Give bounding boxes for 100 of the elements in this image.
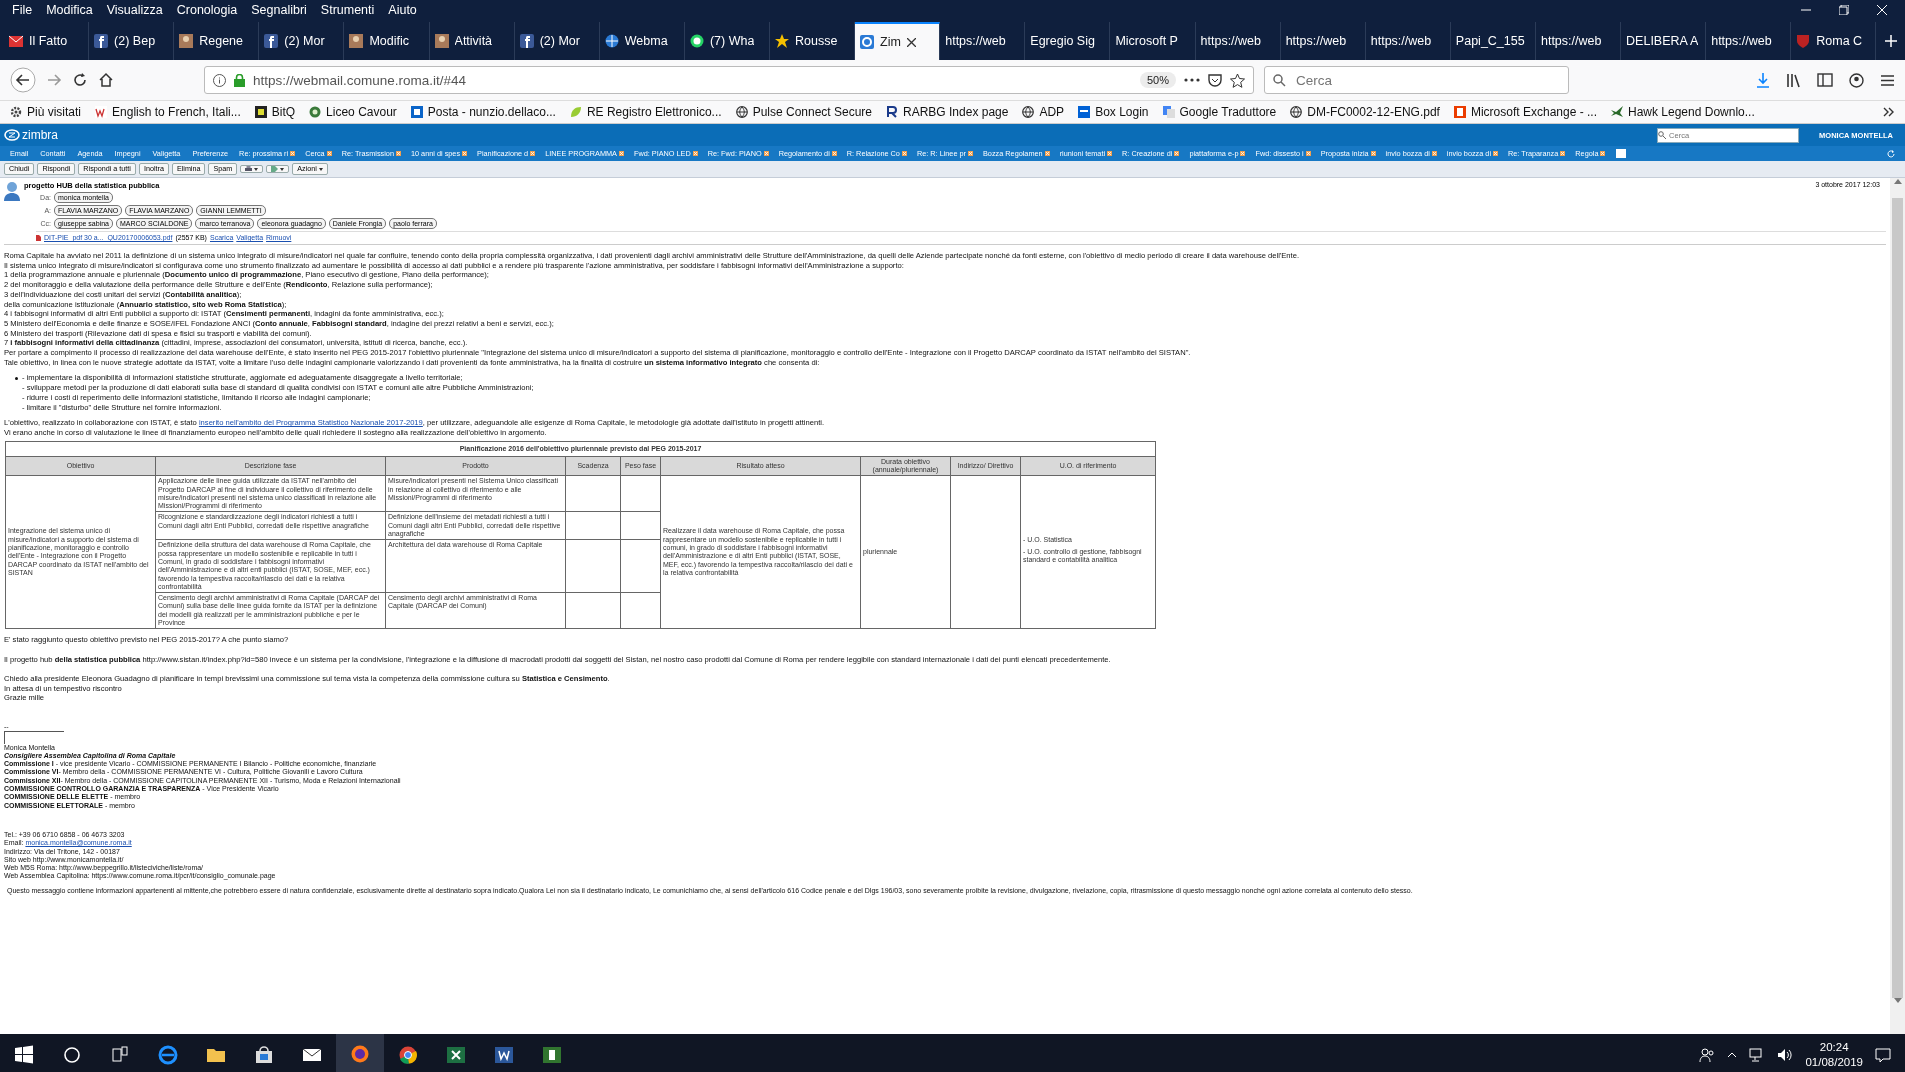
star-icon[interactable]: [1230, 72, 1245, 88]
task-view-icon[interactable]: [110, 1045, 130, 1065]
caret-icon: [254, 167, 259, 171]
bookmark[interactable]: ADP: [1022, 105, 1065, 119]
envelope-icon: [9, 34, 23, 48]
people-icon[interactable]: [1699, 1047, 1716, 1063]
lock-icon: [234, 73, 245, 87]
browser-tab[interactable]: Zim: [855, 22, 941, 60]
bookmark[interactable]: Liceo Cavour: [309, 105, 397, 119]
clock-time[interactable]: 20:24: [1819, 1040, 1849, 1055]
menu-item[interactable]: File: [6, 3, 39, 17]
social-icon: [519, 34, 534, 48]
close-tab-icon[interactable]: [1174, 151, 1180, 156]
close-tab-icon[interactable]: [831, 151, 837, 156]
bookmark[interactable]: BitQ: [254, 105, 296, 119]
close-tab-icon[interactable]: [1370, 151, 1376, 156]
bookmark[interactable]: Hawk Legend Downlo...: [1611, 105, 1755, 119]
close-tab-icon[interactable]: [692, 151, 698, 156]
office-icon: [1453, 106, 1466, 118]
close-tab-icon[interactable]: [326, 151, 332, 156]
bookmark[interactable]: Box Login: [1078, 105, 1149, 119]
restore-icon[interactable]: [1839, 5, 1849, 15]
close-tab-icon[interactable]: [618, 151, 624, 156]
clock-date[interactable]: 01/08/2019: [1805, 1055, 1863, 1070]
r-shape-icon: [886, 106, 899, 118]
download-icon[interactable]: [1756, 72, 1770, 88]
crest-icon: [309, 106, 322, 118]
close-tab-icon[interactable]: [530, 151, 536, 156]
bookmark[interactable]: RARBG Index page: [886, 105, 1009, 119]
search-bar[interactable]: Cerca: [1264, 66, 1569, 94]
close-tab-icon[interactable]: [1600, 151, 1606, 156]
project-app-icon[interactable]: [542, 1045, 562, 1065]
close-tab-icon[interactable]: [1044, 151, 1050, 156]
close-tab-icon[interactable]: [1107, 151, 1113, 156]
search-icon: [1273, 73, 1286, 87]
close-tab-icon[interactable]: [1305, 151, 1311, 156]
bookmark[interactable]: English to French, Itali...: [95, 105, 241, 119]
back-icon[interactable]: [10, 67, 36, 93]
close-tab-icon[interactable]: [1240, 151, 1246, 156]
volume-icon[interactable]: [1777, 1048, 1794, 1062]
search-icon[interactable]: [62, 1045, 82, 1065]
close-tab-icon[interactable]: [1431, 151, 1437, 156]
chevron-up-icon[interactable]: [1727, 1052, 1738, 1058]
more-icon[interactable]: [1184, 78, 1200, 82]
spreadsheet-icon[interactable]: [446, 1045, 466, 1065]
menu-item[interactable]: Cronologia: [170, 3, 244, 17]
globe-icon: [735, 106, 748, 118]
reload-icon[interactable]: [72, 72, 88, 88]
caret-icon: [280, 167, 285, 171]
refresh-icon[interactable]: [1887, 149, 1895, 158]
close-icon[interactable]: [906, 37, 916, 47]
globe-icon: [1290, 106, 1303, 118]
close-tab-icon[interactable]: [462, 151, 468, 156]
shopping-bag-icon[interactable]: [254, 1045, 274, 1065]
toolbar-button[interactable]: [266, 165, 290, 173]
new-tab-icon[interactable]: [1884, 35, 1897, 47]
close-tab-icon[interactable]: [901, 151, 907, 156]
zoom-level[interactable]: 50%: [1139, 72, 1176, 88]
caret-icon: [318, 167, 323, 171]
browser-icon[interactable]: [398, 1045, 418, 1065]
thumbnail-icon: [179, 34, 194, 48]
bookmark[interactable]: DM-FC0002-12-ENG.pdf: [1290, 105, 1440, 119]
close-tab-icon[interactable]: [1560, 151, 1566, 156]
printer-icon: [245, 166, 253, 172]
bookmark[interactable]: Microsoft Exchange - ...: [1453, 105, 1597, 119]
library-icon[interactable]: [1786, 72, 1801, 88]
menu-item[interactable]: Visualizza: [100, 3, 169, 17]
scrollbar-thumb[interactable]: [1892, 198, 1903, 998]
bookmark[interactable]: Google Traduttore: [1162, 105, 1277, 119]
sidebar-icon[interactable]: [1817, 73, 1833, 87]
pocket-icon[interactable]: [1208, 73, 1222, 87]
leaf-icon: [569, 106, 582, 118]
tag-icon: [271, 166, 279, 172]
bookmark[interactable]: Più visitati: [10, 105, 82, 119]
current-tab[interactable]: [1616, 149, 1627, 158]
chevrons-icon[interactable]: [1883, 107, 1895, 117]
translate-icon: [1162, 106, 1175, 118]
close-tab-icon[interactable]: [290, 151, 296, 156]
address-bar[interactable]: https://webmail.comune.roma.it/#44 50%: [204, 66, 1254, 94]
document-app-icon[interactable]: [494, 1045, 514, 1065]
start-icon[interactable]: [14, 1045, 34, 1065]
close-tab-icon[interactable]: [1493, 151, 1499, 156]
menu-item[interactable]: Aiuto: [382, 3, 423, 17]
menu-item[interactable]: Modifica: [40, 3, 99, 17]
search-field[interactable]: Cerca: [1294, 71, 1548, 89]
account-icon[interactable]: [1849, 72, 1864, 88]
bookmark[interactable]: Posta - nunzio.dellaco...: [410, 105, 556, 119]
notification-icon[interactable]: [1875, 1047, 1891, 1063]
toolbar-button[interactable]: [240, 165, 264, 173]
bookmark[interactable]: Pulse Connect Secure: [735, 105, 873, 119]
thumbnail-icon: [434, 34, 449, 48]
home-icon[interactable]: [98, 72, 114, 88]
bookmark[interactable]: RE Registro Elettronico...: [569, 105, 722, 119]
forward-icon[interactable]: [46, 72, 62, 88]
menu-item[interactable]: Strumenti: [314, 3, 381, 17]
close-tab-icon[interactable]: [395, 151, 401, 156]
close-tab-icon[interactable]: [763, 151, 769, 156]
social-icon: [94, 34, 109, 48]
menu-icon[interactable]: [1880, 73, 1895, 87]
menu-item[interactable]: Segnalibri: [245, 3, 313, 17]
